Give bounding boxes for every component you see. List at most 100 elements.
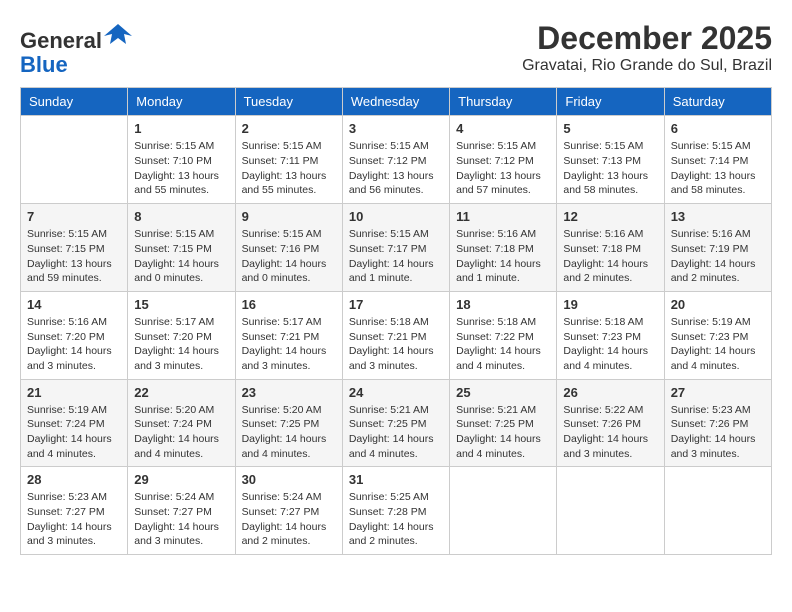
- day-number: 26: [563, 385, 657, 400]
- day-info: Sunrise: 5:19 AM Sunset: 7:23 PM Dayligh…: [671, 315, 765, 374]
- calendar-cell: 25 Sunrise: 5:21 AM Sunset: 7:25 PM Dayli…: [450, 379, 557, 467]
- day-number: 20: [671, 297, 765, 312]
- day-number: 11: [456, 209, 550, 224]
- day-info: Sunrise: 5:23 AM Sunset: 7:27 PM Dayligh…: [27, 490, 121, 549]
- day-info: Sunrise: 5:24 AM Sunset: 7:27 PM Dayligh…: [134, 490, 228, 549]
- day-number: 7: [27, 209, 121, 224]
- calendar-cell: 20 Sunrise: 5:19 AM Sunset: 7:23 PM Dayli…: [664, 291, 771, 379]
- day-info: Sunrise: 5:15 AM Sunset: 7:11 PM Dayligh…: [242, 139, 336, 198]
- calendar-week-1: 1 Sunrise: 5:15 AM Sunset: 7:10 PM Daylig…: [21, 116, 772, 204]
- day-number: 31: [349, 472, 443, 487]
- calendar-cell: 3 Sunrise: 5:15 AM Sunset: 7:12 PM Daylig…: [342, 116, 449, 204]
- day-number: 8: [134, 209, 228, 224]
- day-info: Sunrise: 5:17 AM Sunset: 7:21 PM Dayligh…: [242, 315, 336, 374]
- calendar-cell: 14 Sunrise: 5:16 AM Sunset: 7:20 PM Dayli…: [21, 291, 128, 379]
- day-header-wednesday: Wednesday: [342, 88, 449, 116]
- logo-bird-icon: [104, 20, 132, 48]
- day-header-friday: Friday: [557, 88, 664, 116]
- calendar-cell: [557, 467, 664, 555]
- day-number: 14: [27, 297, 121, 312]
- day-header-sunday: Sunday: [21, 88, 128, 116]
- location-title: Gravatai, Rio Grande do Sul, Brazil: [522, 57, 772, 75]
- day-info: Sunrise: 5:15 AM Sunset: 7:15 PM Dayligh…: [27, 227, 121, 286]
- calendar-cell: 7 Sunrise: 5:15 AM Sunset: 7:15 PM Daylig…: [21, 204, 128, 292]
- calendar-cell: 31Sunrise: 5:25 AM Sunset: 7:28 PM Dayli…: [342, 467, 449, 555]
- day-number: 27: [671, 385, 765, 400]
- day-number: 24: [349, 385, 443, 400]
- day-header-monday: Monday: [128, 88, 235, 116]
- calendar-cell: 10Sunrise: 5:15 AM Sunset: 7:17 PM Dayli…: [342, 204, 449, 292]
- day-number: 18: [456, 297, 550, 312]
- logo: General Blue: [20, 20, 132, 77]
- day-info: Sunrise: 5:15 AM Sunset: 7:12 PM Dayligh…: [456, 139, 550, 198]
- calendar-cell: 2 Sunrise: 5:15 AM Sunset: 7:11 PM Daylig…: [235, 116, 342, 204]
- calendar-cell: 30Sunrise: 5:24 AM Sunset: 7:27 PM Dayli…: [235, 467, 342, 555]
- calendar-cell: 22 Sunrise: 5:20 AM Sunset: 7:24 PM Dayli…: [128, 379, 235, 467]
- day-number: 23: [242, 385, 336, 400]
- calendar-week-4: 21 Sunrise: 5:19 AM Sunset: 7:24 PM Dayli…: [21, 379, 772, 467]
- day-info: Sunrise: 5:15 AM Sunset: 7:14 PM Dayligh…: [671, 139, 765, 198]
- calendar-cell: 6Sunrise: 5:15 AM Sunset: 7:14 PM Daylig…: [664, 116, 771, 204]
- day-info: Sunrise: 5:19 AM Sunset: 7:24 PM Dayligh…: [27, 403, 121, 462]
- calendar-cell: 26Sunrise: 5:22 AM Sunset: 7:26 PM Dayli…: [557, 379, 664, 467]
- calendar-cell: 4 Sunrise: 5:15 AM Sunset: 7:12 PM Daylig…: [450, 116, 557, 204]
- calendar-cell: 27 Sunrise: 5:23 AM Sunset: 7:26 PM Dayli…: [664, 379, 771, 467]
- calendar-cell: 29 Sunrise: 5:24 AM Sunset: 7:27 PM Dayli…: [128, 467, 235, 555]
- day-number: 1: [134, 121, 228, 136]
- day-number: 29: [134, 472, 228, 487]
- day-header-thursday: Thursday: [450, 88, 557, 116]
- calendar-header-row: SundayMondayTuesdayWednesdayThursdayFrid…: [21, 88, 772, 116]
- day-number: 21: [27, 385, 121, 400]
- calendar-cell: 15 Sunrise: 5:17 AM Sunset: 7:20 PM Dayli…: [128, 291, 235, 379]
- day-info: Sunrise: 5:15 AM Sunset: 7:12 PM Dayligh…: [349, 139, 443, 198]
- day-number: 12: [563, 209, 657, 224]
- month-title: December 2025: [522, 20, 772, 57]
- day-info: Sunrise: 5:20 AM Sunset: 7:25 PM Dayligh…: [242, 403, 336, 462]
- day-info: Sunrise: 5:16 AM Sunset: 7:20 PM Dayligh…: [27, 315, 121, 374]
- day-number: 17: [349, 297, 443, 312]
- calendar-cell: 21 Sunrise: 5:19 AM Sunset: 7:24 PM Dayli…: [21, 379, 128, 467]
- day-info: Sunrise: 5:15 AM Sunset: 7:16 PM Dayligh…: [242, 227, 336, 286]
- calendar-cell: 16Sunrise: 5:17 AM Sunset: 7:21 PM Dayli…: [235, 291, 342, 379]
- calendar-cell: 23 Sunrise: 5:20 AM Sunset: 7:25 PM Dayli…: [235, 379, 342, 467]
- calendar-cell: 11Sunrise: 5:16 AM Sunset: 7:18 PM Dayli…: [450, 204, 557, 292]
- calendar-cell: [21, 116, 128, 204]
- day-number: 13: [671, 209, 765, 224]
- day-number: 5: [563, 121, 657, 136]
- calendar-cell: 17 Sunrise: 5:18 AM Sunset: 7:21 PM Dayli…: [342, 291, 449, 379]
- day-info: Sunrise: 5:23 AM Sunset: 7:26 PM Dayligh…: [671, 403, 765, 462]
- logo-general-text: General: [20, 28, 102, 53]
- day-number: 25: [456, 385, 550, 400]
- day-info: Sunrise: 5:24 AM Sunset: 7:27 PM Dayligh…: [242, 490, 336, 549]
- day-number: 19: [563, 297, 657, 312]
- day-info: Sunrise: 5:18 AM Sunset: 7:21 PM Dayligh…: [349, 315, 443, 374]
- calendar-cell: 8Sunrise: 5:15 AM Sunset: 7:15 PM Daylig…: [128, 204, 235, 292]
- day-number: 4: [456, 121, 550, 136]
- day-info: Sunrise: 5:15 AM Sunset: 7:10 PM Dayligh…: [134, 139, 228, 198]
- calendar-week-5: 28 Sunrise: 5:23 AM Sunset: 7:27 PM Dayli…: [21, 467, 772, 555]
- day-number: 15: [134, 297, 228, 312]
- day-number: 3: [349, 121, 443, 136]
- day-info: Sunrise: 5:21 AM Sunset: 7:25 PM Dayligh…: [349, 403, 443, 462]
- day-header-saturday: Saturday: [664, 88, 771, 116]
- calendar-cell: 18Sunrise: 5:18 AM Sunset: 7:22 PM Dayli…: [450, 291, 557, 379]
- calendar-week-2: 7 Sunrise: 5:15 AM Sunset: 7:15 PM Daylig…: [21, 204, 772, 292]
- calendar-cell: 28 Sunrise: 5:23 AM Sunset: 7:27 PM Dayli…: [21, 467, 128, 555]
- day-info: Sunrise: 5:21 AM Sunset: 7:25 PM Dayligh…: [456, 403, 550, 462]
- calendar-cell: [664, 467, 771, 555]
- day-info: Sunrise: 5:16 AM Sunset: 7:19 PM Dayligh…: [671, 227, 765, 286]
- day-number: 2: [242, 121, 336, 136]
- day-info: Sunrise: 5:20 AM Sunset: 7:24 PM Dayligh…: [134, 403, 228, 462]
- calendar-cell: 12Sunrise: 5:16 AM Sunset: 7:18 PM Dayli…: [557, 204, 664, 292]
- day-info: Sunrise: 5:17 AM Sunset: 7:20 PM Dayligh…: [134, 315, 228, 374]
- calendar-body: 1 Sunrise: 5:15 AM Sunset: 7:10 PM Daylig…: [21, 116, 772, 555]
- day-header-tuesday: Tuesday: [235, 88, 342, 116]
- day-number: 10: [349, 209, 443, 224]
- calendar-cell: 24 Sunrise: 5:21 AM Sunset: 7:25 PM Dayli…: [342, 379, 449, 467]
- calendar-cell: 19Sunrise: 5:18 AM Sunset: 7:23 PM Dayli…: [557, 291, 664, 379]
- day-info: Sunrise: 5:15 AM Sunset: 7:13 PM Dayligh…: [563, 139, 657, 198]
- day-number: 9: [242, 209, 336, 224]
- calendar-cell: 13 Sunrise: 5:16 AM Sunset: 7:19 PM Dayli…: [664, 204, 771, 292]
- day-number: 22: [134, 385, 228, 400]
- day-number: 28: [27, 472, 121, 487]
